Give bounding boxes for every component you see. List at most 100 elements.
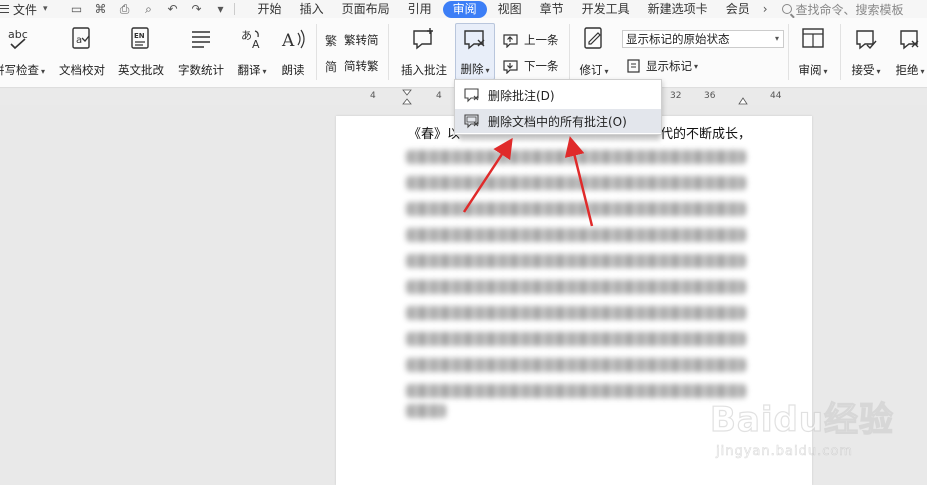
reject-icon: [897, 24, 923, 54]
tab-developer[interactable]: 开发工具: [573, 0, 639, 18]
chevron-down-icon: ▾: [43, 4, 48, 14]
delete-comment-button[interactable]: 删除 ▾: [455, 23, 495, 80]
word-count-label: 字数统计: [178, 63, 224, 77]
save-icon[interactable]: ▭: [70, 2, 84, 16]
tab-references[interactable]: 引用: [399, 0, 441, 18]
tab-view[interactable]: 视图: [489, 0, 531, 18]
file-menu-label: 文件: [13, 2, 38, 17]
word-count-icon: [188, 24, 214, 54]
translate-label: 翻译: [237, 63, 261, 77]
accept-label: 接受: [851, 63, 875, 77]
print-preview-icon[interactable]: ⌕: [142, 2, 156, 17]
chevron-right-icon[interactable]: ›: [759, 2, 772, 16]
review-pane-icon: [800, 24, 826, 54]
track-changes-label: 修订: [579, 63, 603, 77]
spell-check-button[interactable]: abc 拼写检查▾: [0, 24, 45, 78]
menu-bar: 文件 ▾ ▭ ⌘ ⎙ ⌕ ↶ ↷ ▾ 开始 插入 页面布局 引用 审阅 视图 章…: [0, 0, 927, 18]
accept-button[interactable]: 接受 ▾: [846, 24, 886, 78]
blurred-text-line: [406, 202, 746, 216]
delete-dropdown-menu: 删除批注(D) 删除文档中的所有批注(O): [454, 79, 662, 135]
chevron-down-icon: ▾: [774, 34, 779, 43]
tab-member[interactable]: 会员: [717, 0, 759, 18]
english-correct-label: 英文批改: [118, 63, 164, 77]
next-comment-button[interactable]: 下一条: [502, 58, 559, 74]
display-mode-select[interactable]: 显示标记的原始状态 ▾: [622, 30, 784, 48]
insert-comment-label: 插入批注: [401, 63, 447, 77]
accept-icon: [853, 24, 879, 54]
watermark-url: jingyan.baidu.com: [716, 444, 853, 460]
simp-to-trad-label: 简转繁: [344, 59, 379, 73]
simp-to-trad-button[interactable]: 简 简转繁: [324, 58, 379, 74]
translate-icon: あ A: [239, 24, 265, 54]
command-search[interactable]: 查找命令、搜索模板: [781, 1, 904, 18]
read-aloud-icon: A: [280, 24, 306, 54]
show-markup-label: 显示标记: [646, 59, 692, 73]
tab-new-tab[interactable]: 新建选项卡: [639, 0, 717, 18]
delete-all-comments-icon: [463, 113, 481, 129]
ruler-tick: 4: [436, 91, 442, 101]
ruler-tick: 4: [370, 91, 376, 101]
undo-icon[interactable]: ↶: [166, 2, 180, 16]
review-ribbon: abc 拼写检查▾ a 文档校对 EN 英文批改: [0, 18, 927, 88]
track-changes-button[interactable]: 修订 ▾: [574, 24, 614, 78]
format-painter-icon[interactable]: ⌘: [94, 2, 108, 16]
review-pane-button[interactable]: 审阅 ▾: [794, 24, 832, 78]
doc-proofread-button[interactable]: a 文档校对: [56, 24, 108, 78]
svg-text:a: a: [76, 35, 82, 46]
spell-check-label: 拼写检查: [0, 63, 39, 77]
file-menu[interactable]: 文件 ▾: [0, 1, 48, 18]
divider: [788, 24, 789, 80]
insert-comment-icon: [410, 24, 438, 54]
indent-marker-icon[interactable]: [402, 89, 412, 105]
ruler-tick: 36: [704, 91, 716, 101]
blurred-text-line: [406, 280, 746, 294]
delete-comment-item-label: 删除批注(D): [488, 88, 555, 103]
display-mode-value: 显示标记的原始状态: [626, 32, 730, 46]
english-correct-button[interactable]: EN 英文批改: [114, 24, 168, 78]
blurred-text-line: [406, 150, 746, 164]
tab-page-layout[interactable]: 页面布局: [333, 0, 399, 18]
blurred-text-line: [406, 332, 746, 346]
show-markup-button[interactable]: 显示标记 ▾: [626, 58, 698, 74]
customize-icon[interactable]: ▾: [214, 2, 228, 16]
ruler-tick: 44: [770, 91, 782, 101]
delete-all-comments-item[interactable]: 删除文档中的所有批注(O): [455, 109, 661, 133]
delete-comment-item[interactable]: 删除批注(D): [455, 83, 661, 107]
spell-check-icon: abc: [5, 24, 33, 54]
insert-comment-button[interactable]: 插入批注: [396, 24, 452, 78]
tab-insert[interactable]: 插入: [291, 0, 333, 18]
read-aloud-button[interactable]: A 朗读: [274, 24, 312, 78]
tab-home[interactable]: 开始: [249, 0, 291, 18]
english-correct-icon: EN: [128, 24, 154, 54]
trad-to-simp-button[interactable]: 繁 繁转简: [324, 32, 379, 48]
divider: [316, 24, 317, 80]
watermark-brand: Baidu经验: [709, 399, 895, 440]
right-indent-marker-icon[interactable]: [738, 89, 748, 105]
blurred-text-line: [406, 358, 746, 372]
svg-text:EN: EN: [134, 32, 145, 40]
delete-comment-icon: [461, 24, 489, 54]
print-icon[interactable]: ⎙: [118, 2, 132, 17]
divider: [569, 24, 570, 80]
tab-review[interactable]: 审阅: [442, 0, 487, 18]
show-markup-icon: [626, 58, 642, 74]
reject-label: 拒绝: [895, 63, 919, 77]
prev-comment-button[interactable]: 上一条: [502, 32, 559, 48]
reject-button[interactable]: 拒绝 ▾: [890, 24, 927, 78]
translate-button[interactable]: あ A 翻译 ▾: [232, 24, 272, 78]
delete-all-comments-item-label: 删除文档中的所有批注(O): [488, 114, 627, 129]
blurred-text-line: [406, 306, 746, 320]
svg-text:A: A: [281, 31, 295, 51]
tab-section[interactable]: 章节: [531, 0, 573, 18]
proofread-icon: a: [69, 24, 95, 54]
trad-to-simp-label: 繁转简: [344, 33, 379, 47]
svg-text:简: 简: [325, 60, 337, 74]
svg-text:あ: あ: [241, 29, 252, 42]
delete-label: 删除: [460, 62, 484, 76]
quick-access-toolbar: ▭ ⌘ ⎙ ⌕ ↶ ↷ ▾: [70, 2, 228, 17]
prev-comment-label: 上一条: [524, 33, 559, 47]
word-count-button[interactable]: 字数统计: [174, 24, 228, 78]
track-changes-icon: [581, 24, 607, 54]
trad-to-simp-icon: 繁: [324, 32, 340, 48]
redo-icon[interactable]: ↷: [190, 2, 204, 16]
